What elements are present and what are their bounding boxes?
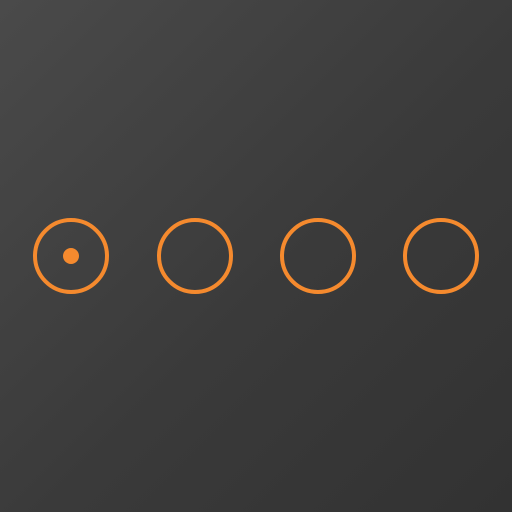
radio-empty-icon	[403, 218, 479, 294]
radio-option-2[interactable]	[155, 216, 235, 296]
radio-option-4[interactable]	[401, 216, 481, 296]
radio-selected-icon	[33, 218, 109, 294]
radio-empty-icon	[280, 218, 356, 294]
radio-option-3[interactable]	[278, 216, 358, 296]
radio-empty-icon	[157, 218, 233, 294]
radio-option-1[interactable]	[31, 216, 111, 296]
radio-group	[0, 0, 512, 512]
